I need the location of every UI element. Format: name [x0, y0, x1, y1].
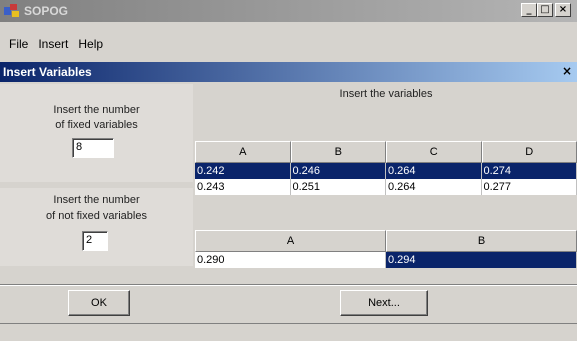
not-fixed-count-input[interactable]: 2	[82, 231, 108, 251]
table-cell[interactable]: 0.277	[482, 179, 577, 195]
fixed-label-line2: of fixed variables	[55, 119, 138, 131]
table-cell[interactable]: 0.251	[291, 179, 386, 195]
not-fixed-label-line1: Insert the number	[53, 194, 140, 206]
dialog-close-icon[interactable]: ×	[560, 64, 574, 78]
table-cell[interactable]: 0.274	[482, 163, 577, 179]
dialog-title: Insert Variables	[3, 65, 92, 79]
table-row[interactable]: 0.242 0.246 0.264 0.274	[195, 163, 577, 179]
table-row[interactable]: 0.290 0.294	[195, 252, 577, 268]
dialog-title-bar[interactable]: Insert Variables ×	[0, 62, 577, 82]
not-fixed-label-line2: of not fixed variables	[46, 210, 147, 222]
ok-button[interactable]: OK	[68, 290, 130, 316]
table-cell[interactable]: 0.264	[386, 163, 482, 179]
table-cell[interactable]: 0.243	[195, 179, 291, 195]
app-icon	[4, 4, 20, 18]
table1-header-d[interactable]: D	[481, 141, 577, 163]
table1-header-a[interactable]: A	[195, 141, 291, 163]
close-icon[interactable]: ×	[555, 3, 571, 17]
fixed-variables-panel	[0, 84, 193, 182]
fixed-variables-table: A B C D 0.242 0.246 0.264 0.274 0.243 0.…	[195, 141, 577, 195]
table1-header-c[interactable]: C	[386, 141, 482, 163]
next-button[interactable]: Next...	[340, 290, 428, 316]
insert-variables-label: Insert the variables	[339, 88, 433, 100]
main-title-bar[interactable]: SOPOG _ □ ×	[0, 0, 577, 22]
maximize-icon[interactable]: □	[537, 3, 553, 17]
minimize-icon[interactable]: _	[521, 3, 537, 17]
table1-header-b[interactable]: B	[290, 141, 386, 163]
separator	[0, 284, 577, 286]
menu-bar: File Insert Help	[0, 34, 108, 54]
menu-help[interactable]: Help	[73, 37, 108, 51]
status-bar	[0, 323, 577, 341]
app-title: SOPOG	[24, 4, 69, 18]
menu-insert[interactable]: Insert	[33, 37, 73, 51]
table-cell[interactable]: 0.246	[291, 163, 386, 179]
table-cell[interactable]: 0.290	[195, 252, 386, 268]
table2-header-a[interactable]: A	[195, 230, 386, 252]
table-cell[interactable]: 0.242	[195, 163, 291, 179]
table-cell[interactable]: 0.264	[386, 179, 482, 195]
fixed-label-line1: Insert the number	[53, 104, 140, 116]
menu-file[interactable]: File	[4, 37, 33, 51]
table2-header-b[interactable]: B	[386, 230, 577, 252]
table-cell-selected[interactable]: 0.294	[386, 252, 577, 268]
not-fixed-variables-table: A B 0.290 0.294	[195, 230, 577, 268]
table-row[interactable]: 0.243 0.251 0.264 0.277	[195, 179, 577, 195]
fixed-count-input[interactable]: 8	[72, 138, 114, 158]
